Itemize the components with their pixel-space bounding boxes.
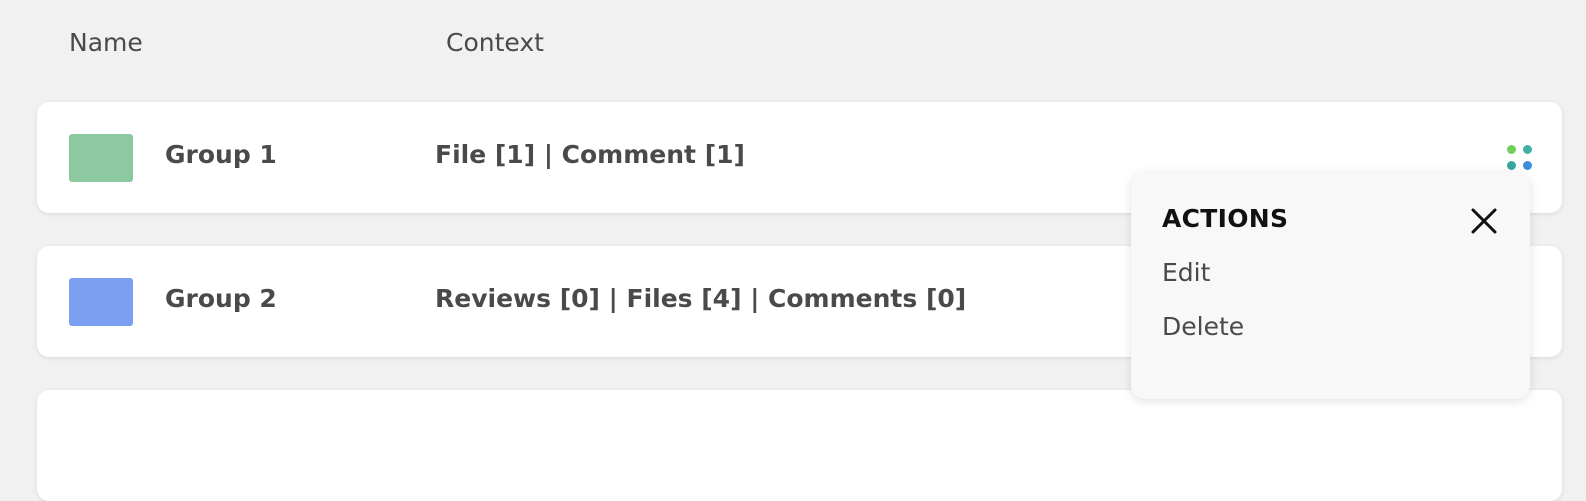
column-header-context: Context (446, 28, 544, 57)
group-context: Reviews [0] | Files [4] | Comments [0] (435, 284, 967, 313)
actions-title: ACTIONS (1162, 204, 1289, 233)
dot-icon (1507, 145, 1516, 154)
group-color-swatch (69, 134, 133, 182)
actions-popover: ACTIONS Edit Delete (1131, 172, 1530, 399)
table-row[interactable] (37, 390, 1562, 501)
close-icon[interactable] (1469, 206, 1499, 236)
menu-item-edit[interactable]: Edit (1162, 258, 1210, 287)
group-color-swatch (69, 278, 133, 326)
group-name: Group 1 (165, 140, 277, 169)
group-context: File [1] | Comment [1] (435, 140, 745, 169)
column-header-name: Name (69, 28, 143, 57)
menu-item-delete[interactable]: Delete (1162, 312, 1244, 341)
dot-icon (1523, 161, 1532, 170)
group-name: Group 2 (165, 284, 277, 313)
dot-icon (1523, 145, 1532, 154)
dot-icon (1507, 161, 1516, 170)
